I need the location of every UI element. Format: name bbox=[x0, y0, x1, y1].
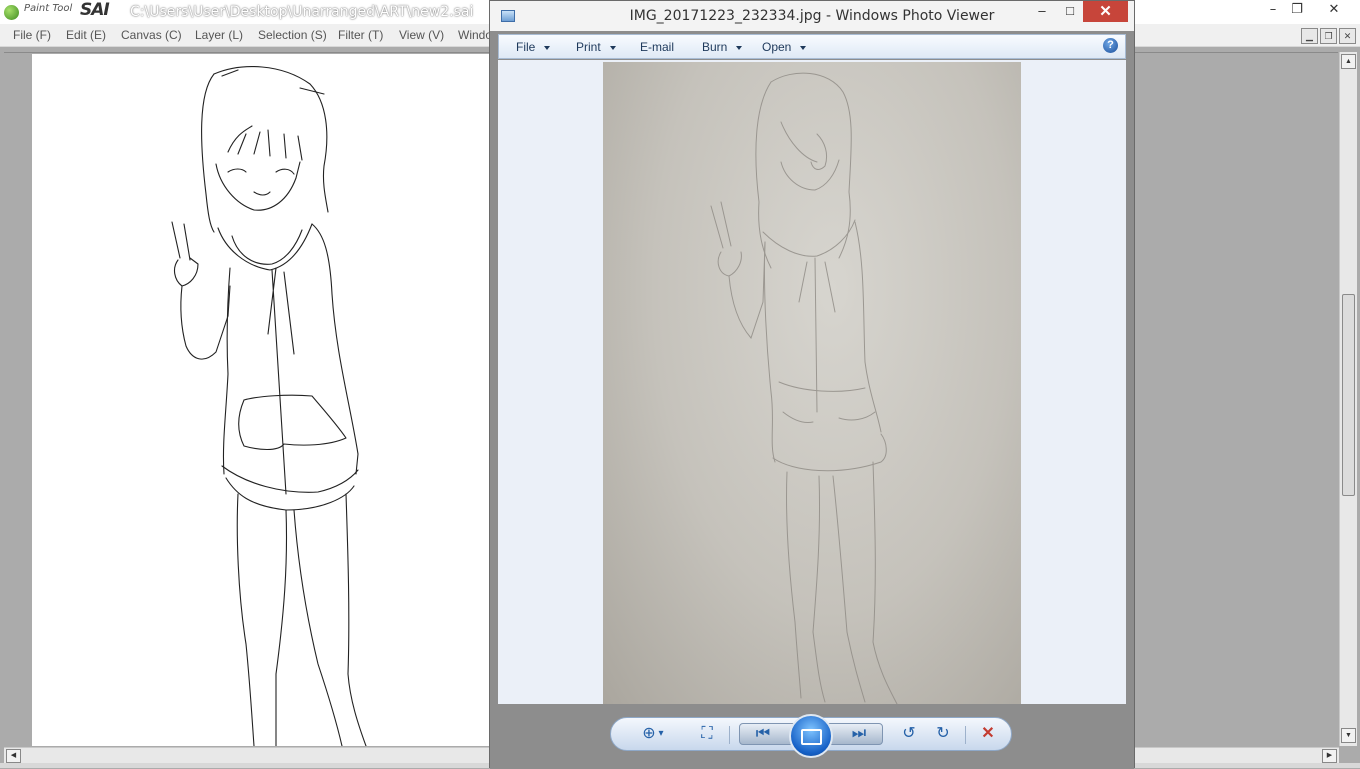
menu-filter[interactable]: Filter (T) bbox=[338, 28, 383, 42]
photo-viewer-content bbox=[498, 60, 1126, 704]
sai-restore-button[interactable]: ❐ bbox=[1281, 0, 1313, 20]
chevron-down-icon bbox=[736, 45, 743, 50]
separator bbox=[965, 726, 966, 744]
next-icon[interactable]: ⏭ bbox=[847, 723, 871, 745]
mdi-close-button[interactable]: ✕ bbox=[1339, 28, 1356, 44]
photo-viewer-toolbar: File Print E-mail Burn Open ? bbox=[498, 34, 1126, 59]
sai-logo-big-text: SAI bbox=[80, 0, 110, 20]
scroll-right-arrow[interactable]: ▶ bbox=[1322, 749, 1337, 763]
pv-burn-menu[interactable]: Burn bbox=[702, 40, 743, 54]
menu-window[interactable]: Windo bbox=[458, 28, 492, 42]
menu-canvas[interactable]: Canvas (C) bbox=[121, 28, 182, 42]
sai-logo: Paint Tool SAI bbox=[2, 0, 122, 21]
mdi-restore-button[interactable]: ❐ bbox=[1320, 28, 1337, 44]
scroll-down-arrow[interactable]: ▼ bbox=[1341, 728, 1356, 743]
help-icon[interactable]: ? bbox=[1103, 38, 1118, 53]
pv-minimize-button[interactable]: – bbox=[1027, 1, 1057, 22]
sai-file-path: C:\Users\User\Desktop\Unarranged\ART\new… bbox=[130, 4, 474, 20]
pv-open-label: Open bbox=[762, 40, 792, 54]
menu-file[interactable]: File (F) bbox=[13, 28, 51, 42]
slideshow-button[interactable] bbox=[789, 714, 833, 758]
photo-image[interactable] bbox=[603, 62, 1021, 704]
pv-open-menu[interactable]: Open bbox=[762, 40, 807, 54]
pv-file-menu[interactable]: File bbox=[516, 40, 551, 54]
sai-logo-icon bbox=[4, 5, 19, 20]
menu-layer[interactable]: Layer (L) bbox=[195, 28, 243, 42]
menu-view[interactable]: View (V) bbox=[399, 28, 444, 42]
sai-logo-small-text: Paint Tool bbox=[24, 3, 73, 14]
pv-maximize-button[interactable]: □ bbox=[1055, 1, 1085, 22]
delete-icon[interactable]: ✕ bbox=[976, 723, 1000, 745]
pv-print-label: Print bbox=[576, 40, 601, 54]
menu-edit[interactable]: Edit (E) bbox=[66, 28, 106, 42]
canvas-paper[interactable] bbox=[32, 54, 492, 746]
scroll-left-arrow[interactable]: ◀ bbox=[6, 749, 21, 763]
photo-viewer-controls-area: ⊕ ▾ ⛶ ⏮ ⏭ ↺ ↻ ✕ bbox=[490, 705, 1134, 769]
chevron-down-icon bbox=[609, 45, 616, 50]
pv-email-button[interactable]: E-mail bbox=[640, 40, 674, 54]
pv-print-menu[interactable]: Print bbox=[576, 40, 616, 54]
scroll-up-arrow[interactable]: ▲ bbox=[1341, 54, 1356, 69]
lineart-drawing bbox=[171, 66, 367, 746]
pv-burn-label: Burn bbox=[702, 40, 728, 54]
rotate-clockwise-icon[interactable]: ↻ bbox=[931, 723, 955, 745]
photo-viewer-window: IMG_20171223_232334.jpg - Windows Photo … bbox=[489, 0, 1135, 769]
chevron-down-icon bbox=[544, 45, 551, 50]
previous-icon[interactable]: ⏮ bbox=[751, 723, 775, 745]
photo-viewer-controls: ⊕ ▾ ⛶ ⏮ ⏭ ↺ ↻ ✕ bbox=[610, 714, 1012, 758]
photo-viewer-titlebar[interactable]: IMG_20171223_232334.jpg - Windows Photo … bbox=[490, 1, 1134, 31]
pv-file-label: File bbox=[516, 40, 536, 54]
actual-size-icon[interactable]: ⛶ bbox=[695, 723, 719, 745]
menu-selection[interactable]: Selection (S) bbox=[258, 28, 327, 42]
pv-close-button[interactable]: ✕ bbox=[1083, 1, 1128, 22]
sai-close-button[interactable]: ✕ bbox=[1318, 0, 1350, 20]
vertical-scroll-thumb[interactable] bbox=[1342, 294, 1355, 496]
vertical-scrollbar[interactable]: ▲ ▼ bbox=[1339, 52, 1357, 746]
pencil-sketch-photo bbox=[710, 72, 898, 704]
chevron-down-icon bbox=[800, 45, 807, 50]
zoom-dropdown-caret[interactable]: ▾ bbox=[655, 723, 667, 745]
separator bbox=[729, 726, 730, 744]
rotate-counterclockwise-icon[interactable]: ↺ bbox=[897, 723, 921, 745]
mdi-minimize-button[interactable]: ▁ bbox=[1301, 28, 1318, 44]
slideshow-icon bbox=[801, 729, 822, 745]
